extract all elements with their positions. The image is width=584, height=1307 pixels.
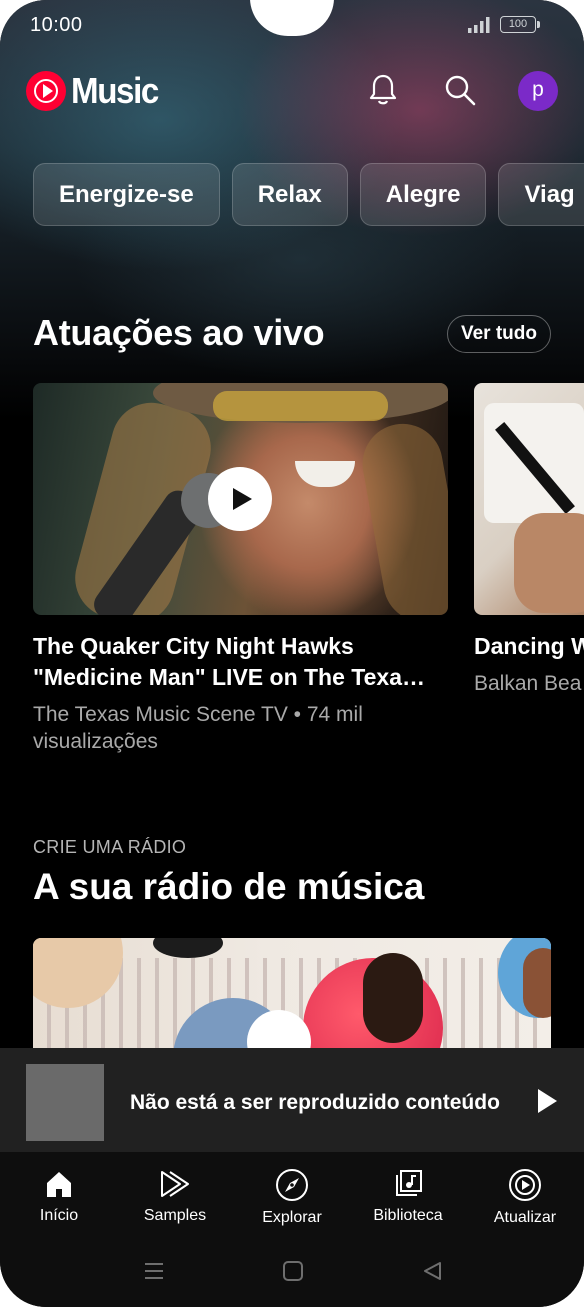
camera-notch <box>250 0 334 36</box>
nav-item-samples[interactable]: Samples <box>120 1168 230 1225</box>
app-name: Music <box>71 70 159 111</box>
nav-label: Samples <box>143 1207 207 1224</box>
battery-icon: 100 <box>500 16 540 33</box>
video-title-line: "Medicine Man" LIVE on The Texa… <box>33 664 425 690</box>
chip-energize[interactable]: Energize-se <box>33 163 220 226</box>
nav-label: Explorar <box>262 1209 322 1226</box>
video-subtitle-line: The Texas Music Scene TV • 74 mil <box>33 703 363 726</box>
video-title-line: The Quaker City Night Hawks <box>33 633 354 659</box>
battery-tip <box>537 21 540 28</box>
section-title-live: Atuações ao vivo <box>33 312 325 353</box>
nav-item-explorar[interactable]: Explorar <box>237 1168 347 1227</box>
mini-player-status: Não está a ser reproduzido conteúdo <box>130 1091 500 1114</box>
nav-item-biblioteca[interactable]: Biblioteca <box>353 1168 463 1225</box>
chip-viagem[interactable]: Viag <box>498 163 584 226</box>
mood-chips: Energize-se Relax Alegre Viag <box>33 163 584 227</box>
mini-player-thumbnail <box>26 1064 104 1141</box>
chip-alegre[interactable]: Alegre <box>359 163 487 226</box>
video-title[interactable]: The Quaker City Night Hawks "Medicine Ma… <box>33 631 443 693</box>
signal-icon <box>468 17 490 33</box>
search-icon[interactable] <box>442 72 478 108</box>
menu-icon[interactable] <box>143 1260 165 1282</box>
nav-item-inicio[interactable]: Início <box>4 1168 114 1225</box>
nav-item-atualizar[interactable]: Atualizar <box>470 1168 580 1227</box>
battery-level: 100 <box>508 18 528 30</box>
back-icon[interactable] <box>421 1260 443 1282</box>
bell-icon[interactable] <box>365 72 401 108</box>
mini-player[interactable]: Não está a ser reproduzido conteúdo <box>0 1048 584 1152</box>
youtube-music-logo[interactable]: Music <box>26 70 166 111</box>
library-icon <box>396 1170 422 1196</box>
video-thumbnail[interactable] <box>474 383 584 615</box>
nav-label: Atualizar <box>493 1209 557 1226</box>
system-nav-bar <box>0 1242 584 1307</box>
music-logo-icon <box>26 71 66 111</box>
avatar[interactable]: p <box>518 71 558 111</box>
status-bar: 10:00 100 <box>0 0 584 52</box>
play-icon[interactable] <box>538 1089 557 1113</box>
nav-label: Biblioteca <box>373 1207 443 1224</box>
home-icon <box>47 1172 71 1197</box>
chip-relax[interactable]: Relax <box>231 163 348 226</box>
video-subtitle-line: visualizações <box>33 730 158 753</box>
bottom-nav: Início Samples Explorar Biblioteca Atual… <box>0 1152 584 1242</box>
home-square-icon[interactable] <box>282 1260 304 1282</box>
phone-screen: 10:00 100 Music p Energize-se Relax Aleg… <box>0 0 584 1307</box>
play-button[interactable] <box>208 467 272 531</box>
video-title[interactable]: Dancing W <box>474 631 584 662</box>
video-subtitle: Balkan Bea <box>474 672 582 695</box>
video-card[interactable]: Dancing W Balkan Bea <box>474 383 584 697</box>
samples-icon <box>161 1171 189 1197</box>
video-card[interactable]: The Quaker City Night Hawks "Medicine Ma… <box>33 383 448 755</box>
see-all-button[interactable]: Ver tudo <box>447 315 551 353</box>
video-thumbnail[interactable] <box>33 383 448 615</box>
upgrade-icon <box>509 1169 541 1201</box>
explore-icon <box>276 1169 308 1201</box>
section-kicker: CRIE UMA RÁDIO <box>33 837 187 857</box>
play-icon <box>233 488 252 510</box>
video-subtitle: The Texas Music Scene TV • 74 mil visual… <box>33 701 448 755</box>
status-time: 10:00 <box>30 14 83 36</box>
section-title-radio: A sua rádio de música <box>33 866 425 907</box>
nav-label: Início <box>39 1207 79 1224</box>
